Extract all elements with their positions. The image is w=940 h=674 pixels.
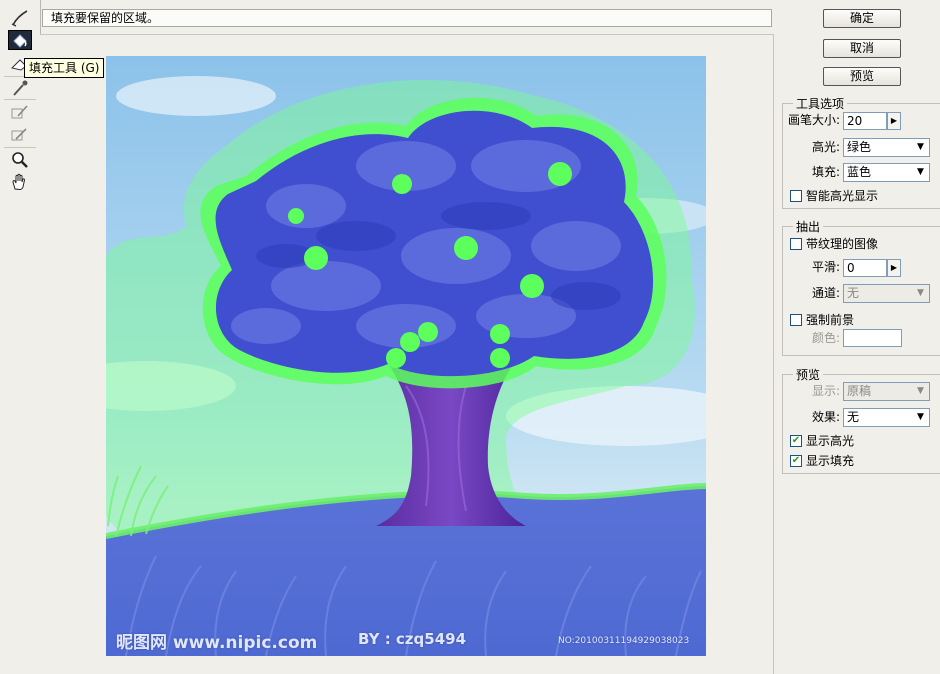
cancel-button[interactable]: 取消 xyxy=(823,39,901,58)
color-swatch[interactable] xyxy=(843,329,902,347)
cleanup-tool-icon[interactable] xyxy=(8,102,32,122)
color-label: 颜色: xyxy=(812,331,841,345)
show-highlight-checkbox[interactable]: ✔ xyxy=(790,435,802,447)
highlight-color-select[interactable]: 绿色 ▼ xyxy=(843,138,930,157)
show-fill-label: 显示填充 xyxy=(806,454,855,468)
preview-button[interactable]: 预览 xyxy=(823,67,901,86)
effect-label: 效果: xyxy=(812,410,841,424)
effect-value: 无 xyxy=(847,410,860,424)
show-fill-checkbox[interactable]: ✔ xyxy=(790,455,802,467)
channel-label: 通道: xyxy=(812,286,841,300)
zoom-icon[interactable] xyxy=(8,150,32,170)
channel-value: 无 xyxy=(847,286,860,300)
settings-panel: 确定 取消 预览 工具选项 画笔大小: 20 ▶ 高光: 绿色 ▼ 填充: 蓝色… xyxy=(776,0,940,673)
smart-highlight-checkbox[interactable] xyxy=(790,190,802,202)
chevron-down-icon: ▼ xyxy=(917,167,924,177)
hint-text: 填充要保留的区域。 xyxy=(42,9,772,27)
textured-image-checkbox[interactable] xyxy=(790,238,802,250)
watermark-site: 昵图网 www.nipic.com xyxy=(116,633,318,653)
smooth-input[interactable]: 0 xyxy=(843,259,887,277)
chevron-down-icon: ▼ xyxy=(917,288,924,298)
tool-tooltip: 填充工具 (G) xyxy=(24,58,105,78)
highlight-color-value: 绿色 xyxy=(847,140,872,154)
edge-highlighter-icon[interactable] xyxy=(8,8,32,28)
brush-size-input[interactable]: 20 xyxy=(843,112,887,130)
smart-highlight-label: 智能高光显示 xyxy=(806,189,879,203)
toolbar-divider xyxy=(4,147,36,148)
ok-button[interactable]: 确定 xyxy=(823,9,901,28)
edge-touchup-icon[interactable] xyxy=(8,124,32,144)
tree-image xyxy=(106,56,706,656)
chevron-down-icon: ▼ xyxy=(917,412,924,422)
chevron-down-icon: ▼ xyxy=(917,142,924,152)
tool-palette xyxy=(0,0,41,673)
fill-color-value: 蓝色 xyxy=(847,165,872,179)
smooth-slider-arrow[interactable]: ▶ xyxy=(887,259,901,277)
textured-image-label: 带纹理的图像 xyxy=(806,237,879,251)
show-select[interactable]: 原稿 ▼ xyxy=(843,382,930,401)
fill-label: 填充: xyxy=(812,165,841,179)
watermark-number: NO:20100311194929038023 xyxy=(558,636,690,646)
chevron-down-icon: ▼ xyxy=(917,386,924,396)
show-value: 原稿 xyxy=(847,384,872,398)
effect-select[interactable]: 无 ▼ xyxy=(843,408,930,427)
show-highlight-label: 显示高光 xyxy=(806,434,855,448)
brush-size-label: 画笔大小: xyxy=(788,113,841,127)
image-preview[interactable]: 昵图网 www.nipic.com BY : czq5494 NO:201003… xyxy=(106,56,706,656)
force-foreground-label: 强制前景 xyxy=(806,313,855,327)
force-foreground-checkbox[interactable] xyxy=(790,314,802,326)
eyedropper-icon[interactable] xyxy=(8,78,32,98)
brush-size-slider-arrow[interactable]: ▶ xyxy=(887,112,901,130)
fill-color-select[interactable]: 蓝色 ▼ xyxy=(843,163,930,182)
extraction-legend: 抽出 xyxy=(796,220,821,234)
highlight-label: 高光: xyxy=(812,140,841,154)
fill-bucket-icon[interactable] xyxy=(8,30,32,50)
hand-icon[interactable] xyxy=(8,172,32,192)
channel-select[interactable]: 无 ▼ xyxy=(843,284,930,303)
toolbar-divider xyxy=(4,99,36,100)
smooth-label: 平滑: xyxy=(812,260,841,274)
show-label: 显示: xyxy=(812,384,841,398)
watermark-author: BY : czq5494 xyxy=(358,630,467,648)
